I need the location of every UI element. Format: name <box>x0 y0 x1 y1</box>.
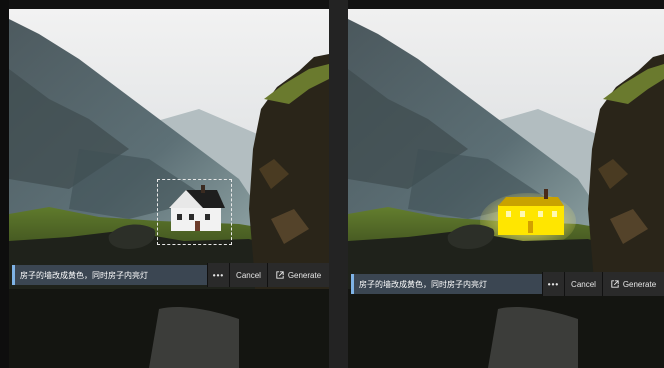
edit-prompt-bar-before: 房子的墙改成黄色，同时房子内亮灯 ••• Cancel Generate <box>12 263 329 287</box>
comparison-frame: 房子的墙改成黄色，同时房子内亮灯 ••• Cancel Generate 房子的… <box>0 0 664 368</box>
generate-button[interactable]: Generate <box>267 263 329 287</box>
panel-divider <box>329 0 348 368</box>
ellipsis-icon: ••• <box>212 270 225 280</box>
edit-prompt-bar-after: 房子的墙改成黄色，同时房子内亮灯 ••• Cancel Generate <box>351 272 664 296</box>
ellipsis-icon: ••• <box>547 279 560 289</box>
external-link-icon <box>611 280 619 288</box>
cancel-button[interactable]: Cancel <box>229 263 267 287</box>
external-link-icon <box>276 271 284 279</box>
cancel-button[interactable]: Cancel <box>564 272 602 296</box>
before-image-panel: 房子的墙改成黄色，同时房子内亮灯 ••• Cancel Generate <box>9 9 329 368</box>
generate-label: Generate <box>287 270 322 280</box>
more-options-button[interactable]: ••• <box>207 263 229 287</box>
generate-button[interactable]: Generate <box>602 272 664 296</box>
prompt-input[interactable]: 房子的墙改成黄色，同时房子内亮灯 <box>351 274 542 294</box>
prompt-input[interactable]: 房子的墙改成黄色，同时房子内亮灯 <box>12 265 207 285</box>
more-options-button[interactable]: ••• <box>542 272 564 296</box>
selection-marquee[interactable] <box>157 179 232 245</box>
generate-label: Generate <box>622 279 657 289</box>
left-strip <box>0 0 9 368</box>
after-landscape-image <box>348 9 664 368</box>
after-image-panel: 房子的墙改成黄色，同时房子内亮灯 ••• Cancel Generate <box>348 9 664 368</box>
